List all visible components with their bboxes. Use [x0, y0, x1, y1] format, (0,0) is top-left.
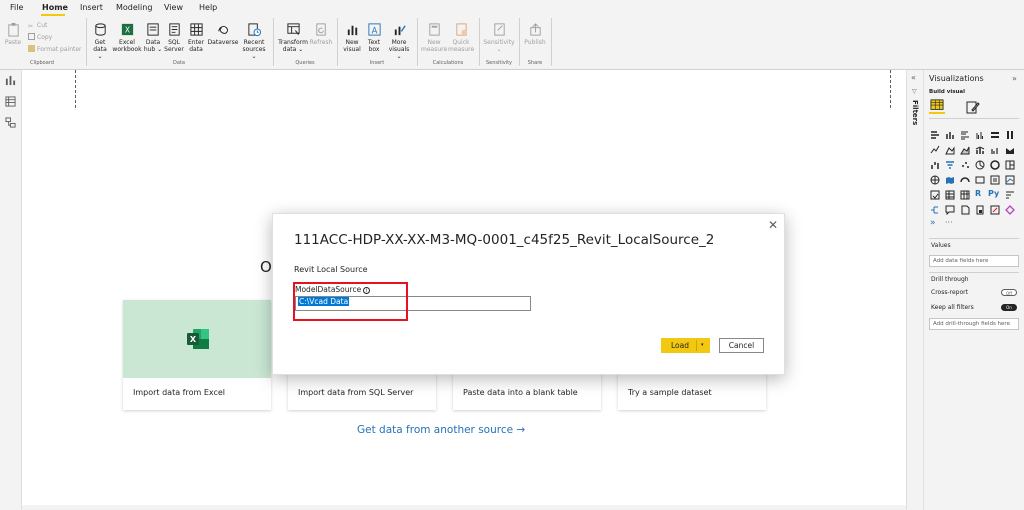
- dialog-layer: ✕ 111ACC-HDP-XX-XX-M3-MQ-0001_c45f25_Rev…: [0, 0, 1024, 510]
- power-bi-desktop: File Home Insert Modeling View Help Past…: [0, 0, 1024, 510]
- cancel-button[interactable]: Cancel: [719, 338, 764, 353]
- dialog-title: 111ACC-HDP-XX-XX-M3-MQ-0001_c45f25_Revit…: [294, 232, 715, 248]
- parameter-dialog: ✕ 111ACC-HDP-XX-XX-M3-MQ-0001_c45f25_Rev…: [272, 213, 785, 375]
- highlight-annotation-box: [293, 282, 408, 321]
- load-button[interactable]: Load ▾: [661, 338, 710, 353]
- load-dropdown-caret-icon[interactable]: ▾: [701, 338, 704, 353]
- dialog-subtitle: Revit Local Source: [294, 265, 368, 274]
- load-label: Load: [671, 341, 689, 350]
- split-divider: [696, 340, 697, 351]
- close-icon[interactable]: ✕: [768, 218, 778, 232]
